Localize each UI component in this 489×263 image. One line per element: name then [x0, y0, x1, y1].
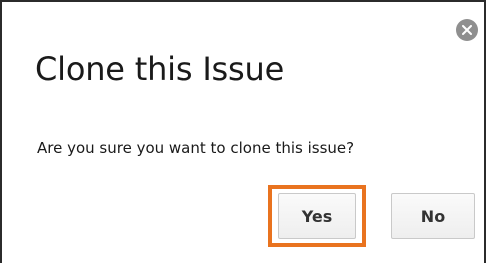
- dialog-title: Clone this Issue: [35, 50, 285, 88]
- close-x-glyph: [462, 25, 472, 35]
- no-button[interactable]: No: [391, 193, 475, 239]
- confirmation-message: Are you sure you want to clone this issu…: [37, 139, 355, 157]
- yes-button[interactable]: Yes: [278, 193, 356, 239]
- close-icon[interactable]: [456, 19, 478, 41]
- clone-issue-dialog: Clone this Issue Are you sure you want t…: [0, 0, 486, 263]
